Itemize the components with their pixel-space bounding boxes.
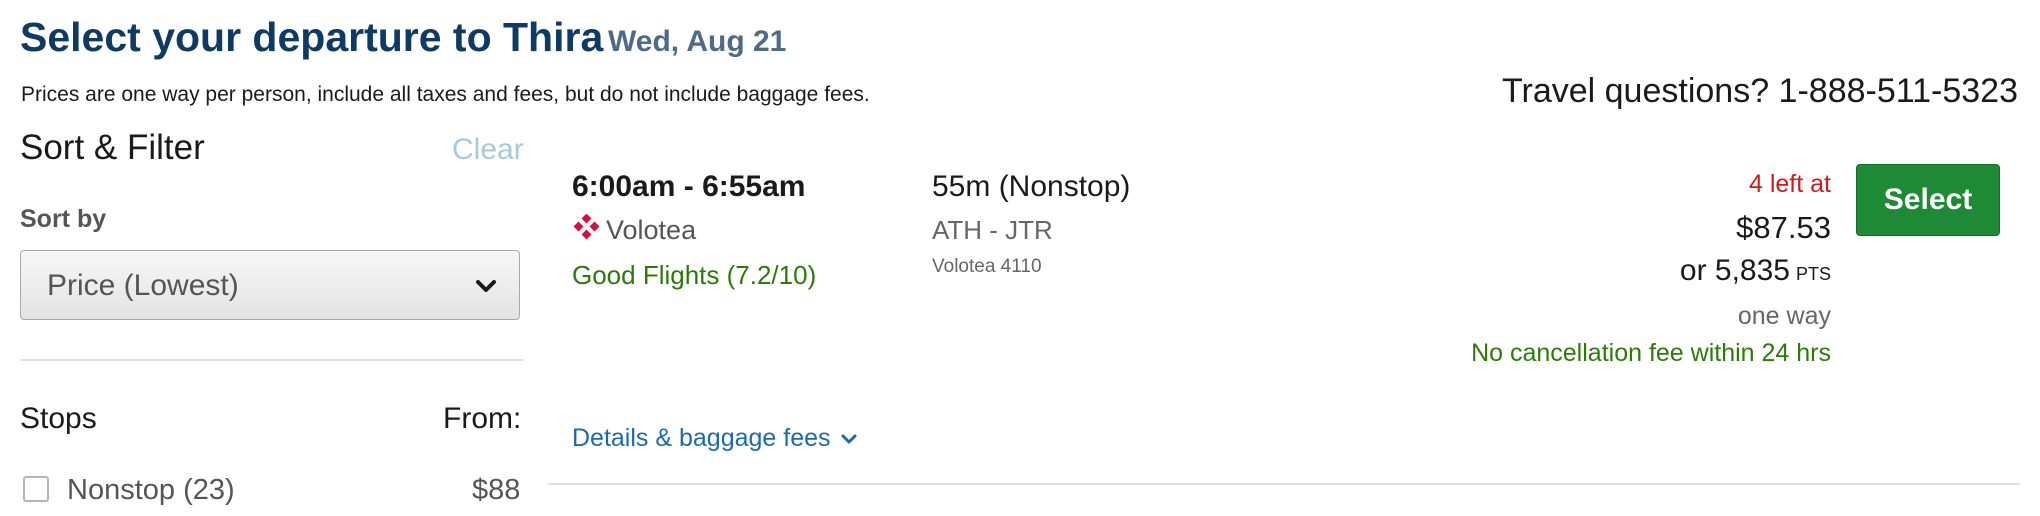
flight-rating[interactable]: Good Flights (7.2/10) bbox=[572, 260, 816, 291]
flight-duration: 55m (Nonstop) bbox=[932, 170, 1131, 203]
sort-by-value: Price (Lowest) bbox=[47, 269, 239, 302]
details-baggage-label: Details & baggage fees bbox=[572, 424, 831, 452]
result-divider bbox=[548, 483, 2020, 485]
fare-type: one way bbox=[1737, 302, 1831, 330]
cancellation-policy: No cancellation fee within 24 hrs bbox=[1471, 339, 1831, 367]
nonstop-checkbox[interactable] bbox=[23, 476, 49, 502]
fare-price: $87.53 bbox=[1736, 210, 1831, 245]
volotea-logo-icon bbox=[573, 214, 599, 240]
from-heading: From: bbox=[443, 402, 522, 435]
nonstop-filter-label[interactable]: Nonstop (23) bbox=[67, 474, 235, 507]
clear-filters-link[interactable]: Clear bbox=[452, 133, 524, 167]
departure-date: Wed, Aug 21 bbox=[608, 25, 787, 58]
flight-number: Volotea 4110 bbox=[932, 256, 1042, 277]
points-price: or 5,835 PTS bbox=[1680, 254, 1831, 288]
nonstop-from-price: $88 bbox=[472, 474, 521, 506]
chevron-down-icon bbox=[476, 280, 496, 292]
sort-filter-heading: Sort & Filter bbox=[20, 128, 205, 167]
stops-heading: Stops bbox=[20, 402, 97, 435]
select-flight-button[interactable]: Select bbox=[1856, 164, 2000, 236]
price-disclaimer: Prices are one way per person, include a… bbox=[21, 83, 870, 106]
sort-by-label: Sort by bbox=[20, 205, 107, 233]
details-baggage-link[interactable]: Details & baggage fees bbox=[572, 424, 857, 453]
travel-questions-phone: Travel questions? 1-888-511-5323 bbox=[1502, 72, 2018, 110]
points-value: or 5,835 bbox=[1679, 254, 1790, 287]
sort-by-select[interactable]: Price (Lowest) bbox=[20, 250, 520, 320]
points-unit: PTS bbox=[1795, 264, 1831, 284]
page-title: Select your departure to Thira bbox=[20, 14, 604, 60]
seats-left-alert: 4 left at bbox=[1749, 170, 1831, 198]
chevron-down-icon bbox=[841, 434, 857, 443]
flight-times: 6:00am - 6:55am bbox=[572, 170, 806, 203]
sidebar-divider bbox=[20, 359, 524, 361]
flight-route: ATH - JTR bbox=[932, 215, 1053, 245]
airline-name: Volotea bbox=[606, 215, 697, 245]
